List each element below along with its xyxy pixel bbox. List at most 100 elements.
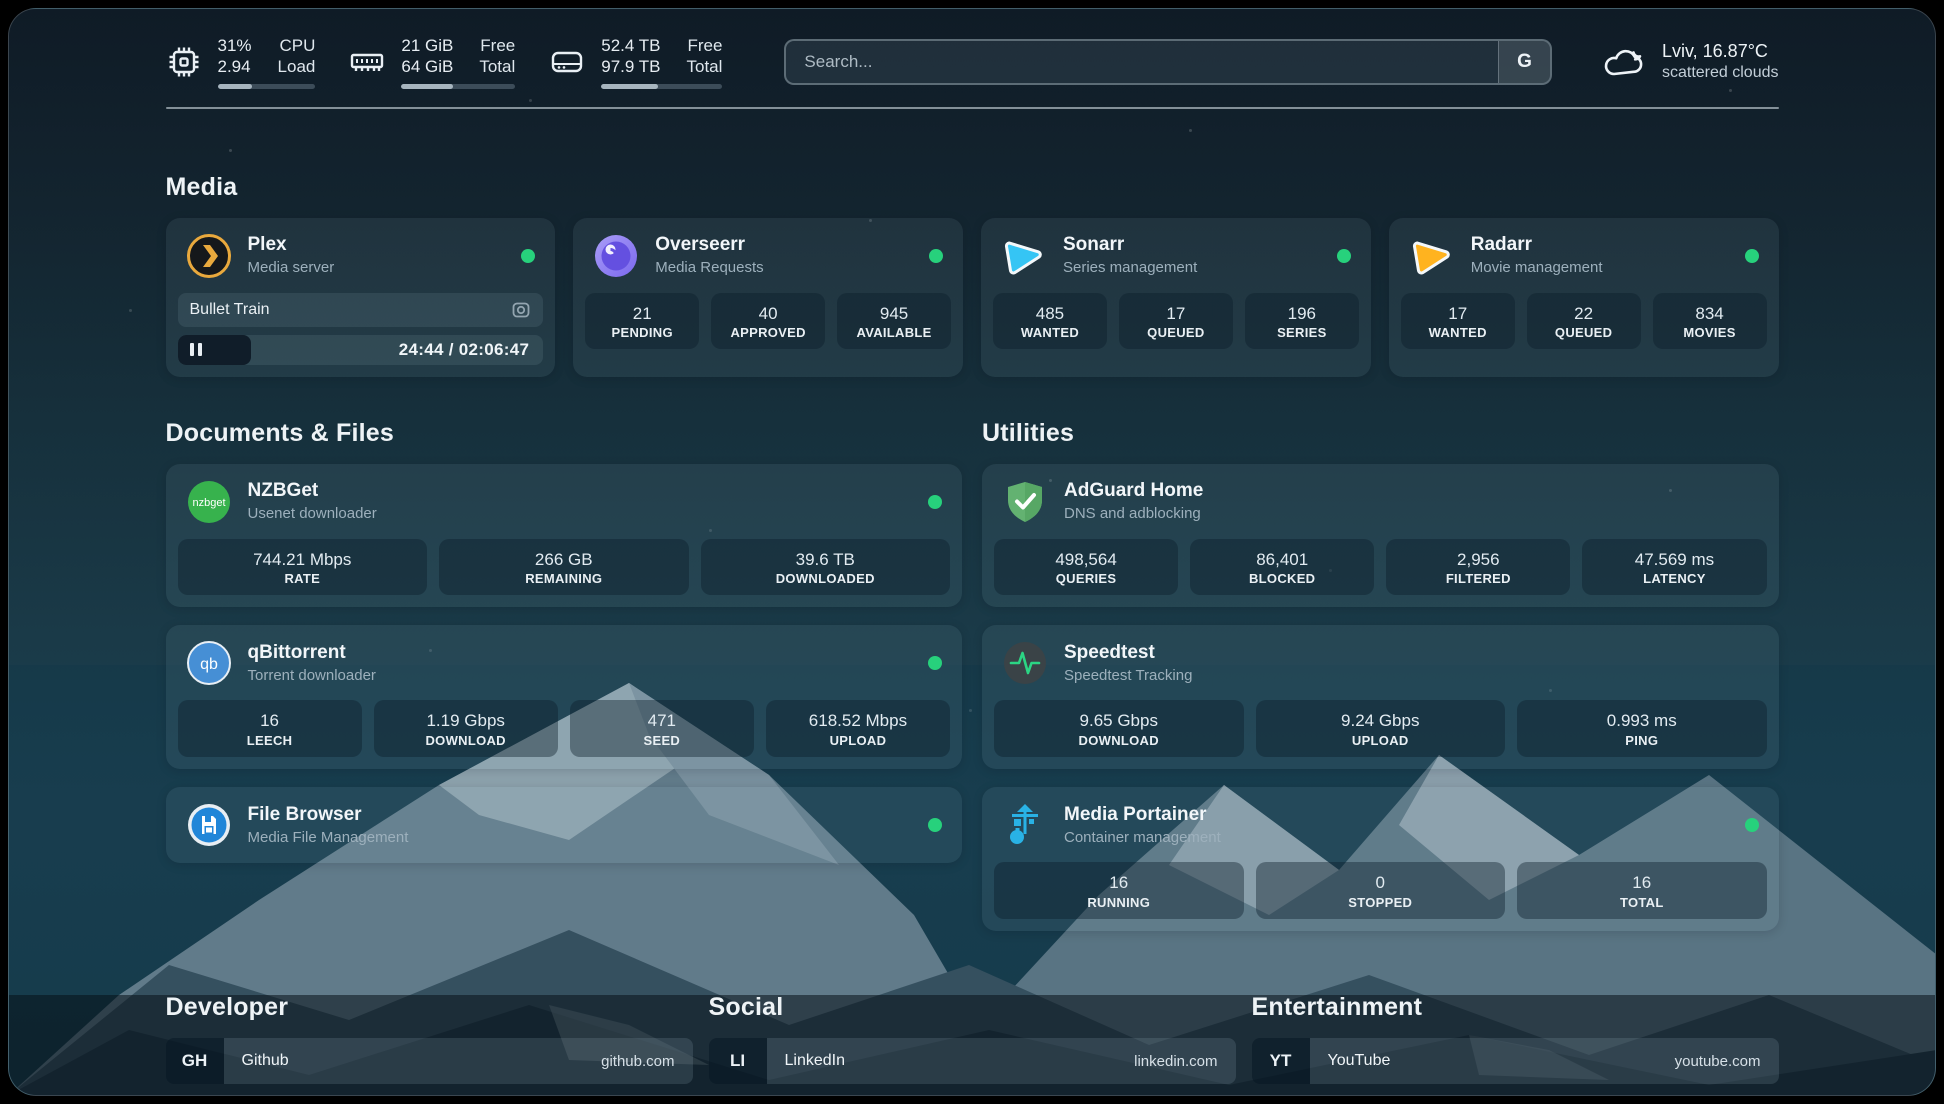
service-card-nzbget[interactable]: nzbget NZBGet Usenet downloader 744.21 M… <box>166 464 963 608</box>
service-desc: Media Requests <box>655 258 763 278</box>
sonarr-icon <box>1001 233 1047 279</box>
status-dot-online <box>1745 818 1759 832</box>
service-desc: Usenet downloader <box>248 504 377 524</box>
disk-total-label: Total <box>687 56 723 77</box>
plex-progress-fill <box>178 335 251 365</box>
stat-running: 16 RUNNING <box>994 862 1244 919</box>
service-card-qbittorrent[interactable]: qb qBittorrent Torrent downloader 16 LEE… <box>166 625 963 769</box>
plex-playback-time: 24:44 / 02:06:47 <box>399 340 530 360</box>
stat-filtered: 2,956 FILTERED <box>1386 539 1570 596</box>
bookmark-github[interactable]: GH Github github.com <box>166 1038 693 1084</box>
stat-download: 9.65 Gbps DOWNLOAD <box>994 700 1244 757</box>
disk-free-value: 52.4 TB <box>601 35 660 56</box>
section-title-entertainment: Entertainment <box>1252 993 1779 1022</box>
stat-queued: 17 QUEUED <box>1119 293 1233 350</box>
stat-wanted: 17 WANTED <box>1401 293 1515 350</box>
utilities-column: AdGuard Home DNS and adblocking 498,564 … <box>982 464 1779 932</box>
stat-movies: 834 MOVIES <box>1653 293 1767 350</box>
disk-progress-fill <box>601 84 658 89</box>
plex-now-playing-row: Bullet Train <box>178 293 544 327</box>
stat-pending: 21 PENDING <box>585 293 699 350</box>
service-name: Media Portainer <box>1064 803 1221 828</box>
bookmark-group-developer: Developer GH Github github.com SO StackO… <box>166 993 693 1096</box>
service-card-portainer[interactable]: Media Portainer Container management 16 … <box>982 787 1779 931</box>
search-provider-button[interactable]: G <box>1498 41 1550 83</box>
radarr-icon <box>1409 233 1455 279</box>
memory-total-value: 64 GiB <box>401 56 453 77</box>
memory-free-value: 21 GiB <box>401 35 453 56</box>
service-name: Overseerr <box>655 233 763 258</box>
bookmark-abbr: LI <box>709 1038 767 1084</box>
service-card-speedtest[interactable]: Speedtest Speedtest Tracking 9.65 Gbps D… <box>982 625 1779 769</box>
portainer-icon <box>1002 802 1048 848</box>
memory-total-label: Total <box>479 56 515 77</box>
service-card-radarr[interactable]: Radarr Movie management 17 WANTED 22 QUE… <box>1389 218 1779 377</box>
pause-icon[interactable] <box>190 343 202 356</box>
media-cards-row: Plex Media server Bullet Train 24:44 / 0 <box>166 218 1779 377</box>
qbittorrent-icon: qb <box>186 640 232 686</box>
bookmark-abbr: YT <box>1252 1038 1310 1084</box>
service-desc: Torrent downloader <box>248 666 376 686</box>
stat-stopped: 0 STOPPED <box>1256 862 1506 919</box>
stat-upload: 618.52 Mbps UPLOAD <box>766 700 950 757</box>
stat-download: 1.19 Gbps DOWNLOAD <box>374 700 558 757</box>
service-card-plex[interactable]: Plex Media server Bullet Train 24:44 / 0 <box>166 218 556 377</box>
service-card-overseerr[interactable]: Overseerr Media Requests 21 PENDING 40 A… <box>573 218 963 377</box>
section-title-documents: Documents & Files <box>166 419 963 448</box>
adguard-icon <box>1002 479 1048 525</box>
service-desc: Media server <box>248 258 335 278</box>
stat-approved: 40 APPROVED <box>711 293 825 350</box>
disk-total-value: 97.9 TB <box>601 56 660 77</box>
status-dot-online <box>928 656 942 670</box>
svg-text:nzbget: nzbget <box>192 497 225 509</box>
cpu-progress-fill <box>218 84 252 89</box>
status-dot-online <box>1337 249 1351 263</box>
bookmark-group-entertainment: Entertainment YT YouTube youtube.com NF … <box>1252 993 1779 1096</box>
disk-icon <box>549 44 585 80</box>
status-dot-online <box>521 249 535 263</box>
bookmark-name: LinkedIn <box>785 1052 846 1070</box>
weather-widget: Lviv, 16.87°C scattered clouds <box>1600 40 1779 84</box>
stat-available: 945 AVAILABLE <box>837 293 951 350</box>
stat-remaining: 266 GB REMAINING <box>439 539 689 596</box>
cloud-icon <box>1600 42 1648 82</box>
memory-progress-fill <box>401 84 452 89</box>
bookmark-url: github.com <box>601 1053 674 1070</box>
speedtest-icon <box>1002 640 1048 686</box>
disk-free-label: Free <box>687 35 722 56</box>
bookmark-url: linkedin.com <box>1134 1053 1217 1070</box>
bookmark-linkedin[interactable]: LI LinkedIn linkedin.com <box>709 1038 1236 1084</box>
topbar-divider <box>166 107 1779 109</box>
stat-upload: 9.24 Gbps UPLOAD <box>1256 700 1506 757</box>
service-card-adguard[interactable]: AdGuard Home DNS and adblocking 498,564 … <box>982 464 1779 608</box>
stat-leech: 16 LEECH <box>178 700 362 757</box>
service-card-sonarr[interactable]: Sonarr Series management 485 WANTED 17 Q… <box>981 218 1371 377</box>
status-dot-online <box>1745 249 1759 263</box>
search-bar[interactable]: G <box>784 39 1552 85</box>
service-card-filebrowser[interactable]: File Browser Media File Management <box>166 787 963 863</box>
cpu-label: CPU <box>279 35 315 56</box>
stat-latency: 47.569 ms LATENCY <box>1582 539 1766 596</box>
stat-blocked: 86,401 BLOCKED <box>1190 539 1374 596</box>
memory-progress-track <box>401 84 515 89</box>
status-dot-online <box>928 818 942 832</box>
cpu-percent: 31% <box>218 35 252 56</box>
dashboard-window: 31% 2.94 CPU Load <box>8 8 1936 1096</box>
filebrowser-icon <box>186 802 232 848</box>
service-name: Speedtest <box>1064 641 1192 666</box>
service-desc: Media File Management <box>248 828 409 848</box>
cpu-resource-widget: 31% 2.94 CPU Load <box>166 35 316 89</box>
service-name: Plex <box>248 233 335 258</box>
stat-series: 196 SERIES <box>1245 293 1359 350</box>
bookmark-name: Github <box>242 1052 289 1070</box>
weather-condition: scattered clouds <box>1662 63 1779 84</box>
bookmark-youtube[interactable]: YT YouTube youtube.com <box>1252 1038 1779 1084</box>
stat-downloaded: 39.6 TB DOWNLOADED <box>701 539 951 596</box>
stat-queries: 498,564 QUERIES <box>994 539 1178 596</box>
stat-total: 16 TOTAL <box>1517 862 1767 919</box>
section-title-social: Social <box>709 993 1236 1022</box>
cast-icon[interactable] <box>511 300 531 320</box>
cpu-load-label: Load <box>278 56 316 77</box>
section-title-utilities: Utilities <box>982 419 1779 448</box>
search-input[interactable] <box>786 41 1550 83</box>
